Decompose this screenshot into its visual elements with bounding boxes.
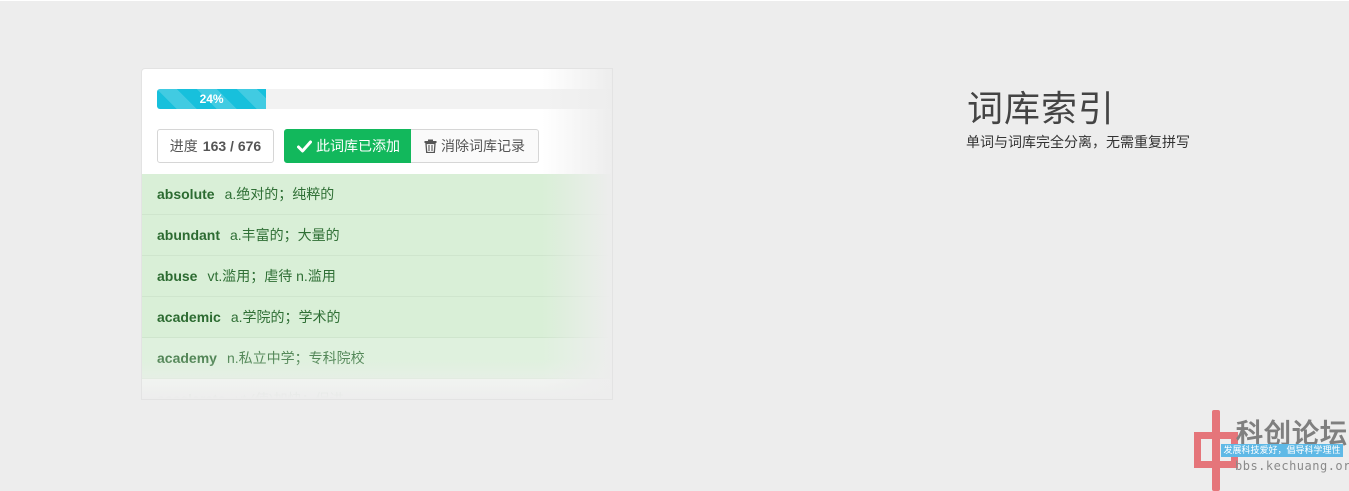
- word-term: abundant: [157, 227, 220, 243]
- toolbar: 进度 163 / 676 此词库已添加 消除词库记录: [157, 129, 539, 163]
- word-term: accelerate: [157, 391, 226, 400]
- word-definition: vt.(使)加快；促进: [235, 391, 344, 400]
- clear-wordbook-record-button[interactable]: 消除词库记录: [411, 129, 539, 163]
- word-row-abundant[interactable]: abundant a.丰富的；大量的: [142, 215, 612, 256]
- word-definition: a.学院的；学术的: [230, 309, 341, 325]
- word-row-accelerate[interactable]: accelerate vt.(使)加快；促进: [142, 379, 612, 400]
- word-definition: n.私立中学；专科院校: [226, 350, 365, 366]
- watermark-logo: 科创论坛 发展科技爱好，倡导科学理性 bbs.kechuang.org: [1192, 410, 1349, 491]
- progress-count-button[interactable]: 进度 163 / 676: [157, 129, 274, 163]
- word-row-academic[interactable]: academic a.学院的；学术的: [142, 297, 612, 338]
- watermark-url: bbs.kechuang.org: [1235, 459, 1349, 473]
- wordbook-added-button[interactable]: 此词库已添加: [284, 129, 411, 163]
- top-divider: [0, 0, 1349, 1]
- progress-count-value: 163 / 676: [202, 138, 262, 154]
- word-definition: a.绝对的；纯粹的: [224, 186, 335, 202]
- check-icon: [297, 140, 312, 152]
- word-row-abuse[interactable]: abuse vt.滥用；虐待 n.滥用: [142, 256, 612, 297]
- progress-label: 24%: [199, 92, 224, 106]
- progress-fill: 24%: [157, 89, 267, 109]
- progress-count-label: 进度: [169, 138, 198, 154]
- watermark-slogan: 发展科技爱好，倡导科学理性: [1221, 444, 1343, 457]
- word-list: absolute a.绝对的；纯粹的 abundant a.丰富的；大量的 abus…: [142, 174, 612, 400]
- trash-icon: [424, 139, 437, 153]
- progress-bar: 24%: [157, 89, 612, 109]
- word-term: abuse: [157, 268, 198, 284]
- word-term: academy: [157, 350, 217, 366]
- word-definition: vt.滥用；虐待 n.滥用: [207, 268, 336, 284]
- word-term: academic: [157, 309, 221, 325]
- word-row-absolute[interactable]: absolute a.绝对的；纯粹的: [142, 174, 612, 215]
- word-row-academy[interactable]: academy n.私立中学；专科院校: [142, 338, 612, 379]
- page-title: 词库索引: [967, 88, 1116, 129]
- page-subtitle: 单词与词库完全分离，无需重复拼写: [966, 134, 1190, 150]
- wordbook-panel: 24% 进度 163 / 676 此词库已添加 消除词库记录 absolute …: [141, 68, 613, 400]
- word-term: absolute: [157, 186, 215, 202]
- wordbook-added-label: 此词库已添加: [316, 138, 400, 154]
- clear-wordbook-record-label: 消除词库记录: [441, 138, 525, 154]
- word-definition: a.丰富的；大量的: [230, 227, 340, 243]
